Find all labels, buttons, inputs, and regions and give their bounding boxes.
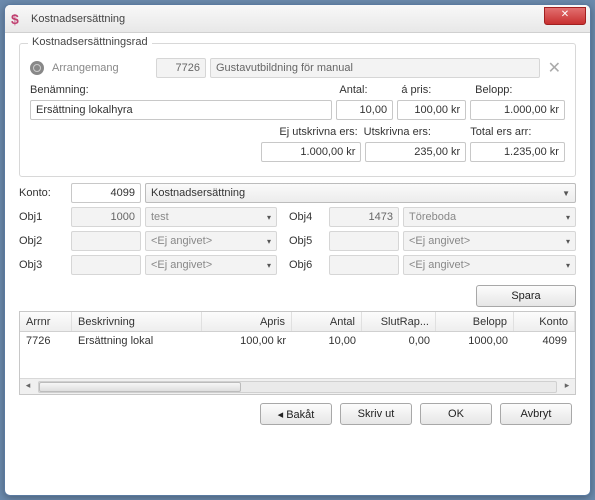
ok-button[interactable]: OK — [420, 403, 492, 425]
results-grid[interactable]: Arrnr Beskrivning Apris Antal SlutRap...… — [19, 311, 576, 395]
obj1-select[interactable]: test▾ — [145, 207, 277, 227]
obj5-code — [329, 231, 399, 251]
chevron-down-icon: ▾ — [566, 261, 570, 270]
ej-utskrivna-label: Ej utskrivna ers: — [257, 126, 364, 138]
clear-arrangemang-icon[interactable]: ✕ — [544, 58, 565, 78]
antal-label: Antal: — [339, 84, 401, 96]
obj1-label: Obj1 — [19, 211, 67, 223]
obj3-label: Obj3 — [19, 259, 67, 271]
konto-select[interactable]: Kostnadsersättning ▼ — [145, 183, 576, 203]
chevron-down-icon: ▾ — [566, 237, 570, 246]
app-icon: $ — [11, 11, 27, 27]
belopp-label: Belopp: — [475, 84, 565, 96]
benamning-label: Benämning: — [30, 84, 339, 96]
content-area: Kostnadsersättningsrad Arrangemang 7726 … — [5, 33, 590, 435]
obj4-code: 1473 — [329, 207, 399, 227]
obj2-code — [71, 231, 141, 251]
total-label: Total ers arr: — [470, 126, 565, 138]
utskrivna-label: Utskrivna ers: — [364, 126, 471, 138]
col-arrnr[interactable]: Arrnr — [20, 312, 72, 331]
obj5-select[interactable]: <Ej angivet>▾ — [403, 231, 576, 251]
chevron-down-icon: ▾ — [566, 213, 570, 222]
scroll-thumb[interactable] — [39, 382, 241, 392]
bakat-button[interactable]: ◂ Bakåt — [260, 403, 332, 425]
konto-code-input[interactable]: 4099 — [71, 183, 141, 203]
obj6-code — [329, 255, 399, 275]
col-slutrap[interactable]: SlutRap... — [362, 312, 436, 331]
obj1-code: 1000 — [71, 207, 141, 227]
col-konto[interactable]: Konto — [514, 312, 575, 331]
antal-input[interactable]: 10,00 — [336, 100, 393, 120]
obj4-label: Obj4 — [289, 211, 325, 223]
total-value: 1.235,00 kr — [470, 142, 565, 162]
scroll-left-icon[interactable]: ◂ — [20, 380, 36, 394]
belopp-input[interactable]: 1.000,00 kr — [470, 100, 565, 120]
konto-select-value: Kostnadsersättning — [151, 187, 245, 199]
obj3-code — [71, 255, 141, 275]
obj4-select[interactable]: Töreboda▾ — [403, 207, 576, 227]
close-button[interactable]: ✕ — [544, 7, 586, 25]
col-antal[interactable]: Antal — [292, 312, 362, 331]
window-title: Kostnadsersättning — [31, 13, 125, 25]
arrangemang-id: 7726 — [156, 58, 206, 78]
chevron-down-icon: ▾ — [267, 213, 271, 222]
chevron-down-icon: ▼ — [562, 189, 570, 198]
avbryt-button[interactable]: Avbryt — [500, 403, 572, 425]
fieldset-legend: Kostnadsersättningsrad — [28, 36, 152, 48]
utskrivna-value: 235,00 kr — [365, 142, 466, 162]
skrivut-button[interactable]: Skriv ut — [340, 403, 412, 425]
obj5-label: Obj5 — [289, 235, 325, 247]
table-row[interactable]: 7726 Ersättning lokal 100,00 kr 10,00 0,… — [20, 332, 575, 350]
col-belopp[interactable]: Belopp — [436, 312, 514, 331]
horizontal-scrollbar[interactable]: ◂ ▸ — [20, 378, 575, 394]
konto-label: Konto: — [19, 187, 67, 199]
obj2-label: Obj2 — [19, 235, 67, 247]
apris-input[interactable]: 100,00 kr — [397, 100, 466, 120]
col-beskrivning[interactable]: Beskrivning — [72, 312, 202, 331]
dialog-footer: ◂ Bakåt Skriv ut OK Avbryt — [19, 395, 576, 429]
arrangemang-label: Arrangemang — [52, 62, 152, 74]
scroll-track[interactable] — [38, 381, 557, 393]
obj6-label: Obj6 — [289, 259, 325, 271]
benamning-input[interactable]: Ersättning lokalhyra — [30, 100, 332, 120]
obj2-select[interactable]: <Ej angivet>▾ — [145, 231, 277, 251]
arrangemang-icon — [30, 61, 44, 75]
col-apris[interactable]: Apris — [202, 312, 292, 331]
spara-button[interactable]: Spara — [476, 285, 576, 307]
titlebar[interactable]: $ Kostnadsersättning ✕ — [5, 5, 590, 33]
dialog-window: $ Kostnadsersättning ✕ Kostnadsersättnin… — [4, 4, 591, 496]
ej-utskrivna-value: 1.000,00 kr — [261, 142, 362, 162]
chevron-down-icon: ▾ — [267, 237, 271, 246]
apris-label: á pris: — [401, 84, 475, 96]
grid-header: Arrnr Beskrivning Apris Antal SlutRap...… — [20, 312, 575, 332]
kostnad-fieldset: Kostnadsersättningsrad Arrangemang 7726 … — [19, 43, 576, 177]
scroll-right-icon[interactable]: ▸ — [559, 380, 575, 394]
arrangemang-name: Gustavutbildning för manual — [210, 58, 540, 78]
chevron-down-icon: ▾ — [267, 261, 271, 270]
obj3-select[interactable]: <Ej angivet>▾ — [145, 255, 277, 275]
obj6-select[interactable]: <Ej angivet>▾ — [403, 255, 576, 275]
